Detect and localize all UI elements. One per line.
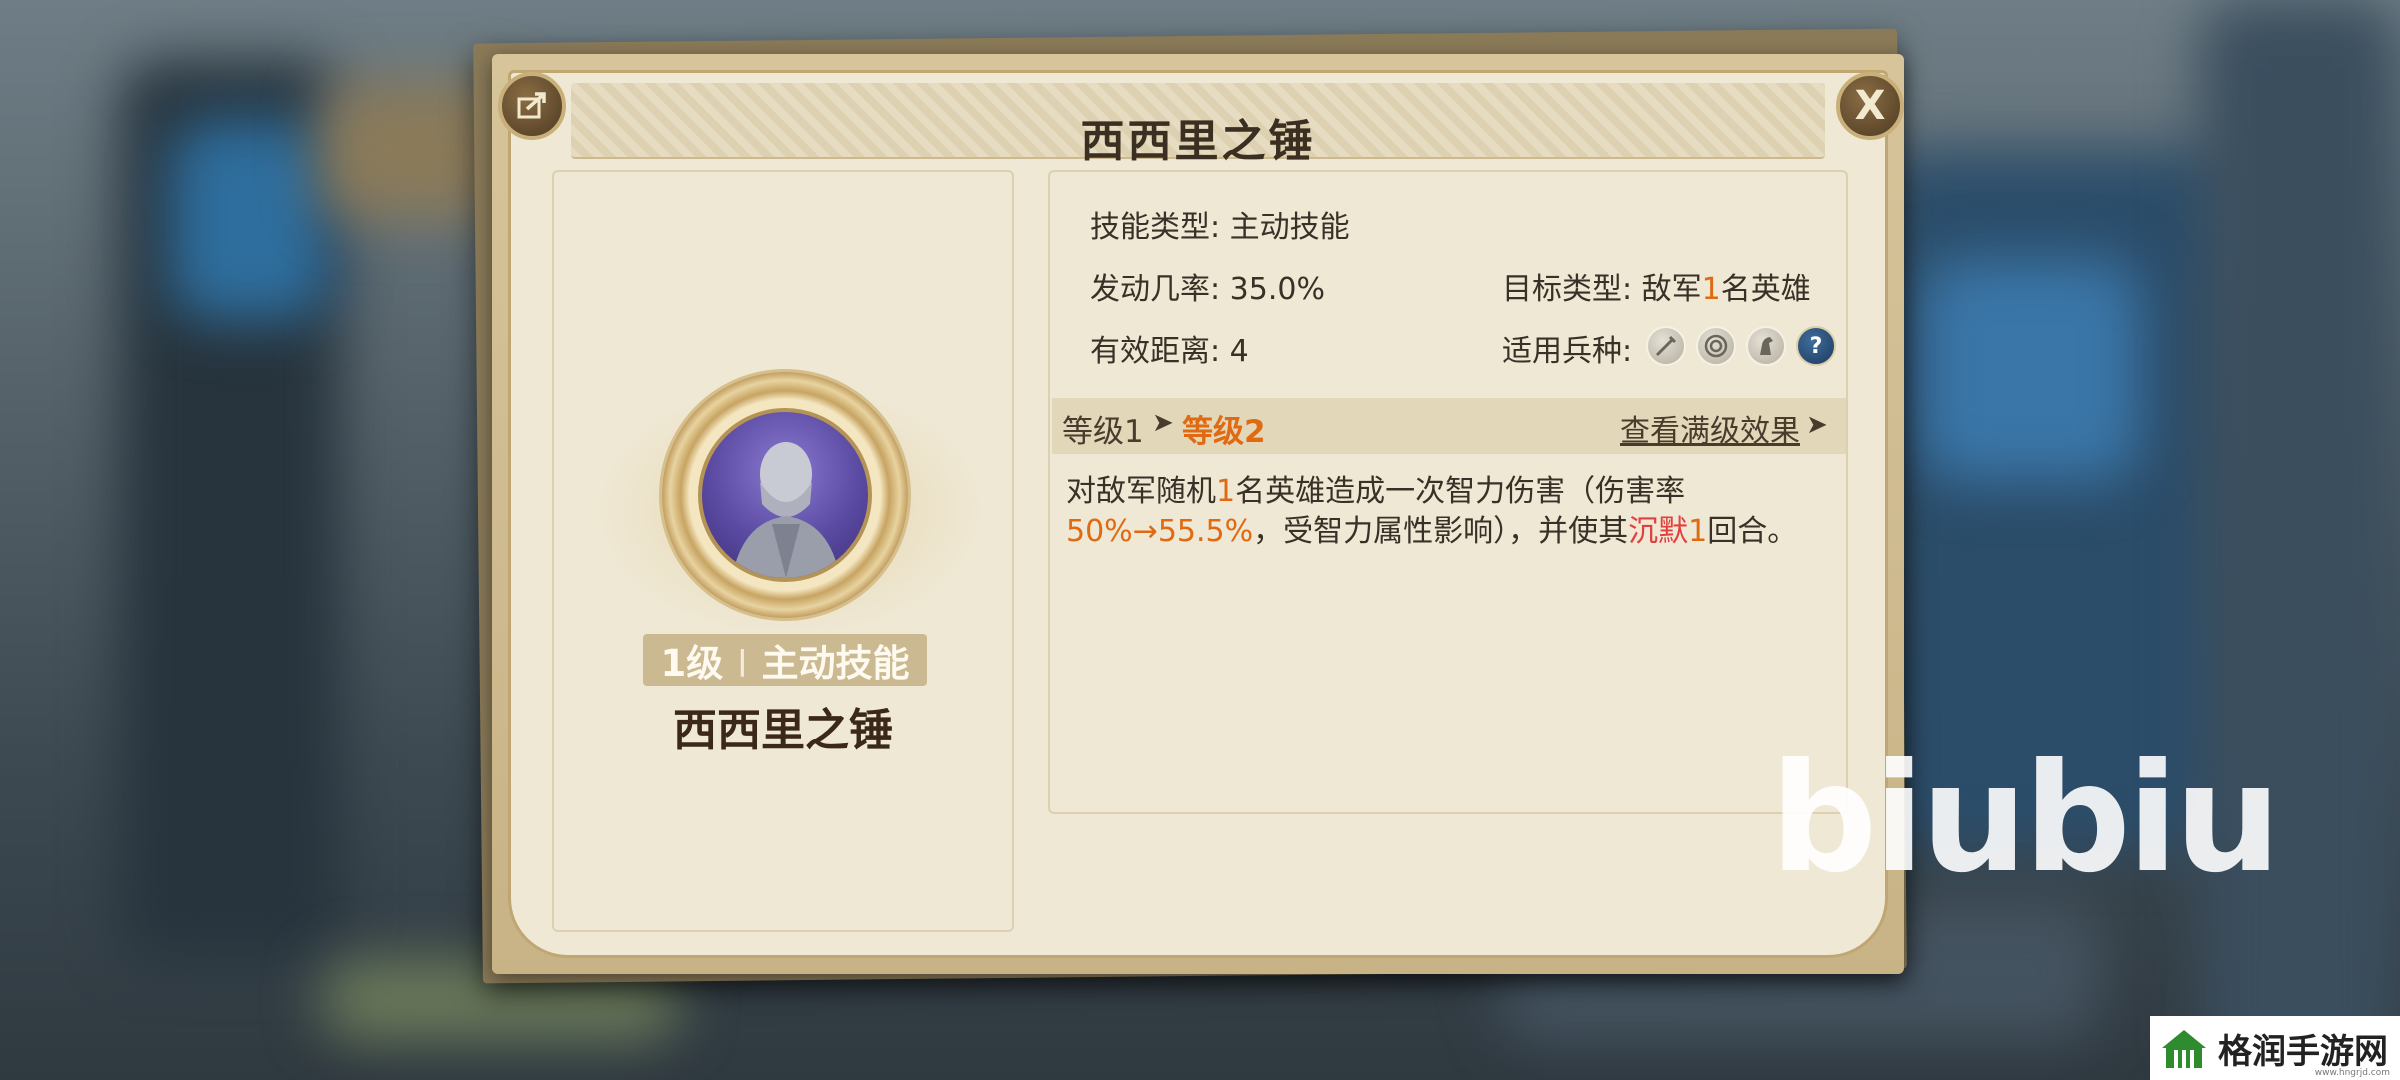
skill-name: 西西里之锤	[673, 705, 893, 756]
chevron-right-icon[interactable]: ➤	[1806, 410, 1828, 440]
range-label: 有效距离:	[1090, 334, 1221, 369]
desc-text: 名英雄造成一次智力伤害（伤害率	[1235, 474, 1686, 509]
target-count: 1	[1701, 272, 1721, 307]
unit-types-row: 适用兵种:	[1502, 326, 1632, 370]
unit-types-label: 适用兵种:	[1502, 334, 1633, 369]
biubiu-watermark: biubiu	[1770, 732, 2281, 906]
desc-status-effect: 沉默	[1628, 514, 1689, 549]
dialog-title: 西西里之锤	[1080, 116, 1316, 167]
share-button[interactable]	[498, 72, 566, 140]
question-icon[interactable]: ?	[1796, 326, 1836, 366]
target-type-prefix: 敌军	[1641, 272, 1702, 307]
site-watermark: 格润手游网 www.hngrjd.com	[2150, 1016, 2400, 1080]
target-type-label: 目标类型:	[1502, 272, 1633, 307]
skill-type-label: 技能类型:	[1090, 210, 1221, 245]
trigger-rate-label: 发动几率:	[1090, 272, 1221, 307]
hero-portrait	[698, 408, 872, 582]
skill-type-value: 主动技能	[1229, 210, 1350, 245]
desc-turn-count: 1	[1688, 514, 1708, 549]
trigger-rate-row: 发动几率: 35.0%	[1090, 264, 1325, 308]
trigger-rate-value: 35.0%	[1229, 272, 1325, 307]
next-level: 等级2	[1182, 414, 1266, 450]
desc-text: 回合。	[1707, 514, 1798, 549]
title-bar: 西西里之锤	[571, 83, 1825, 167]
desc-text: ，受智力属性影响），并使其	[1253, 514, 1629, 549]
house-logo-icon	[2162, 1030, 2206, 1068]
skill-category: 主动技能	[761, 642, 910, 685]
current-level: 等级1	[1062, 414, 1144, 450]
target-icon[interactable]	[1696, 326, 1736, 366]
desc-target-count: 1	[1216, 474, 1236, 509]
level-arrow-icon: ➤	[1152, 408, 1174, 438]
target-type-row: 目标类型: 敌军1名英雄	[1502, 264, 1811, 308]
site-name: 格润手游网	[2218, 1031, 2388, 1072]
unit-type-icons: ?	[1646, 326, 1836, 366]
sword-icon[interactable]	[1646, 326, 1686, 366]
horse-icon[interactable]	[1746, 326, 1786, 366]
skill-description: 对敌军随机1名英雄造成一次智力伤害（伤害率50%→55.5%，受智力属性影响），…	[1066, 472, 1806, 552]
target-type-suffix: 名英雄	[1720, 272, 1811, 307]
skill-level-badge: 1级 | 主动技能	[643, 634, 927, 686]
close-button[interactable]: X	[1836, 72, 1904, 140]
statue-icon	[732, 442, 840, 578]
site-url: www.hngrjd.com	[2314, 1068, 2390, 1078]
desc-rate-to: →55.5%	[1132, 514, 1254, 549]
desc-text: 对敌军随机	[1066, 474, 1216, 509]
skill-type-row: 技能类型: 主动技能	[1090, 202, 1350, 246]
range-value: 4	[1229, 334, 1249, 369]
share-icon	[517, 92, 546, 119]
badge-separator: |	[737, 643, 748, 677]
skill-level: 1级	[660, 642, 724, 685]
close-icon: X	[1854, 83, 1886, 129]
range-row: 有效距离: 4	[1090, 326, 1249, 370]
view-max-level-link[interactable]: 查看满级效果	[1620, 406, 1800, 450]
desc-rate-from: 50%	[1066, 514, 1133, 549]
